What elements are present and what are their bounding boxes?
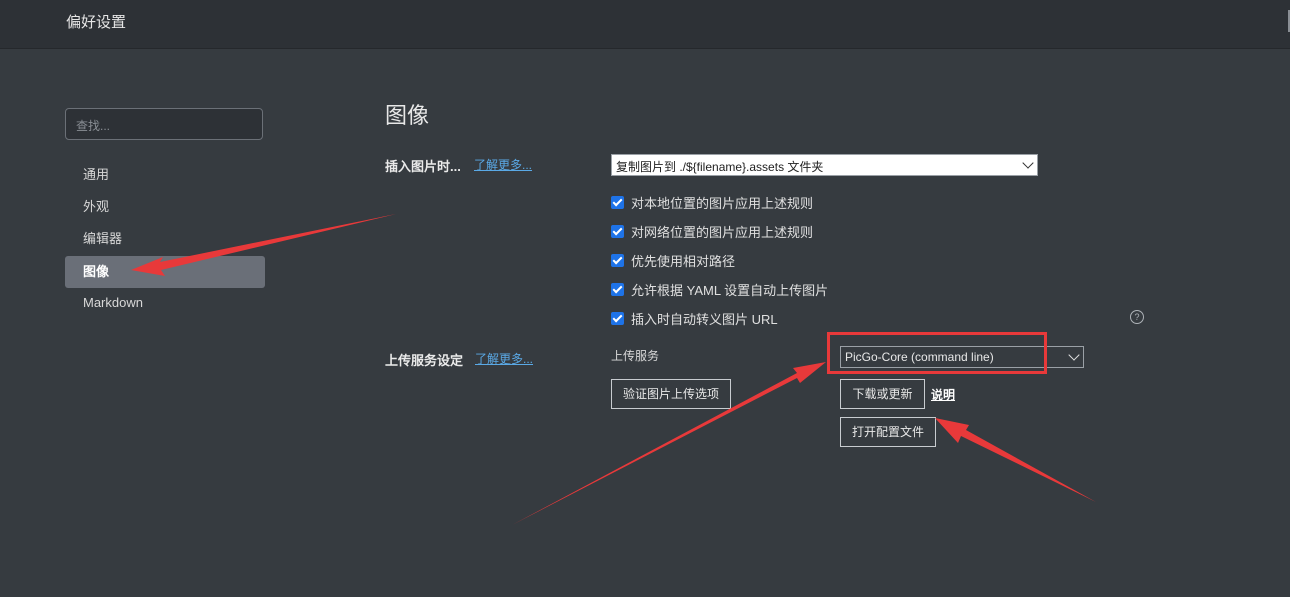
annotation-arrow-to-download — [935, 418, 1096, 502]
annotation-arrows — [131, 214, 1096, 525]
annotation-arrow-to-select — [512, 362, 826, 525]
annotation-arrow-to-sidebar — [131, 214, 396, 276]
